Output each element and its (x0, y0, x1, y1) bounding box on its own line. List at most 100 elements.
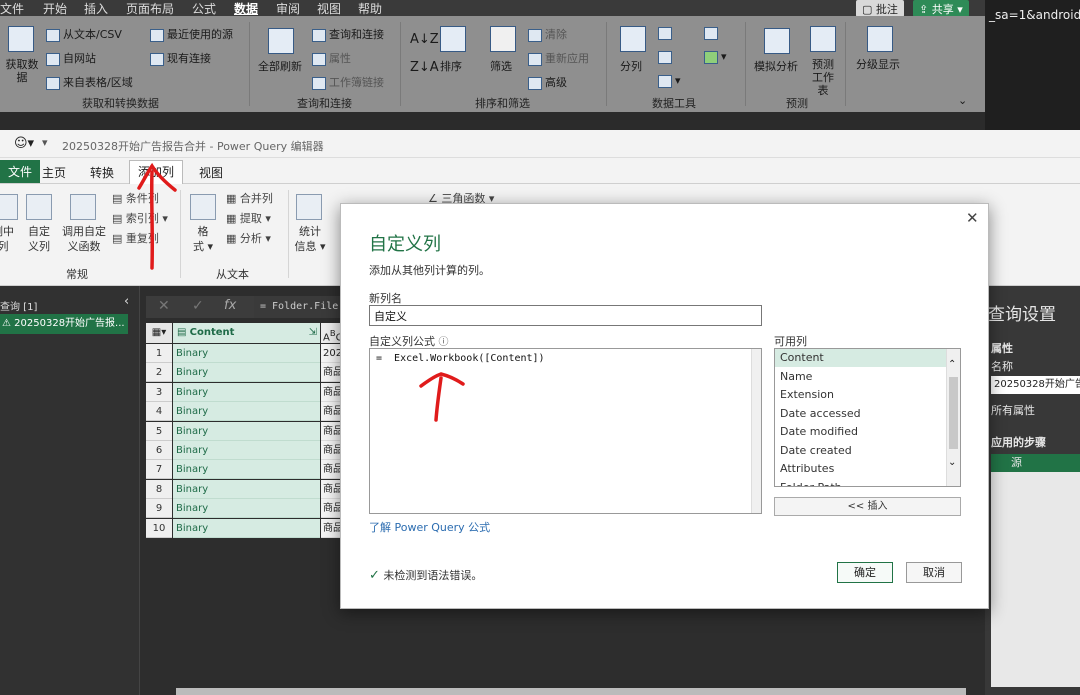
new-column-name-input[interactable]: 自定义 (369, 305, 762, 326)
smiley-icon[interactable]: ☺▾ (14, 136, 34, 151)
scroll-down-icon[interactable]: ⌄ (948, 457, 956, 468)
from-table-button[interactable]: 来自表格/区域 (46, 74, 133, 90)
merge-columns-button[interactable]: ▦ 合并列 (226, 190, 273, 206)
column-list-item[interactable]: Date modified (775, 423, 947, 441)
table-row[interactable]: 6 Binary 商品 (146, 441, 346, 460)
applied-step-source[interactable]: 源 (991, 454, 1080, 472)
column-list-item[interactable]: Folder Path (775, 479, 947, 487)
column-list-item[interactable]: Name (775, 368, 947, 386)
remove-duplicates-icon[interactable] (658, 50, 675, 64)
insert-button[interactable]: << 插入 (774, 497, 961, 516)
content-cell[interactable]: Binary (173, 499, 320, 519)
menu-file[interactable]: 文件 (0, 0, 24, 17)
sort-az-icon[interactable]: A↓Z (410, 32, 439, 47)
statistics-button[interactable]: 统计 信息 ▾ (292, 224, 328, 254)
column-expand-icon[interactable]: ⇲ (309, 323, 317, 343)
clear-button[interactable]: 清除 (528, 26, 567, 42)
close-icon[interactable]: ✕ (966, 209, 979, 227)
menu-formulas[interactable]: 公式 (192, 0, 216, 17)
column-list-item[interactable]: Date accessed (775, 405, 947, 423)
tab-transform[interactable]: 转换 (82, 162, 122, 183)
reapply-button[interactable]: 重新应用 (528, 50, 589, 66)
menu-view[interactable]: 视图 (317, 0, 341, 17)
menu-page-layout[interactable]: 页面布局 (126, 0, 174, 17)
query-item[interactable]: ⚠ 20250328开始广告报... (0, 314, 128, 334)
outline-button[interactable]: 分级显示 (856, 56, 900, 72)
column-list-item[interactable]: Attributes (775, 460, 947, 478)
all-properties-link[interactable]: 所有属性 (991, 402, 1035, 418)
forecast-sheet-button[interactable]: 预测工作表 (808, 58, 838, 97)
share-button[interactable]: ⇪ 共享 ▾ (913, 0, 969, 17)
data-validation-icon[interactable]: ▾ (658, 74, 681, 88)
content-cell[interactable]: Binary (173, 382, 320, 402)
existing-connections-button[interactable]: 现有连接 (150, 50, 211, 66)
custom-column-button[interactable]: 自定 义列 (22, 224, 56, 254)
ribbon-collapse-icon[interactable]: ⌄ (958, 94, 967, 107)
query-name-input[interactable]: 20250328开始广告 (991, 376, 1080, 394)
from-web-button[interactable]: 自网站 (46, 50, 96, 66)
sort-button[interactable]: 排序 (440, 58, 462, 74)
text-to-columns-button[interactable]: 分列 (620, 58, 642, 74)
column-from-examples-button[interactable]: 例中列 (0, 224, 16, 254)
flash-fill-icon[interactable] (658, 26, 675, 40)
column-header-content[interactable]: ▤ Content ⇲ (173, 323, 320, 343)
content-cell[interactable]: Binary (173, 421, 320, 441)
content-cell[interactable]: Binary (173, 402, 320, 422)
formula-text[interactable]: = Excel.Workbook([Content]) (376, 353, 545, 364)
tab-view[interactable]: 视图 (191, 162, 231, 183)
menu-help[interactable]: 帮助 (358, 0, 382, 17)
ok-button[interactable]: 确定 (837, 562, 893, 583)
column-list-item[interactable]: Content (775, 349, 947, 367)
table-row[interactable]: 9 Binary 商品 (146, 499, 346, 519)
extract-button[interactable]: ▦ 提取 ▾ (226, 210, 271, 226)
table-row[interactable]: 10 Binary 商品 (146, 518, 346, 538)
what-if-button[interactable]: 模拟分析 (754, 58, 798, 74)
scroll-thumb[interactable] (949, 377, 958, 449)
scroll-up-icon[interactable]: ⌃ (948, 359, 956, 370)
relationships-icon[interactable]: ▾ (704, 50, 727, 64)
comment-button[interactable]: ▢ 批注 (856, 0, 904, 17)
qat-dropdown-icon[interactable]: ▾ (42, 136, 48, 149)
advanced-button[interactable]: 高级 (528, 74, 567, 90)
table-row[interactable]: 8 Binary 商品 (146, 479, 346, 499)
tab-home[interactable]: 主页 (34, 162, 74, 183)
table-row[interactable]: 4 Binary 商品 (146, 402, 346, 422)
queries-connections-button[interactable]: 查询和连接 (312, 26, 384, 42)
menu-home[interactable]: 开始 (43, 0, 67, 17)
formula-bar[interactable]: = Folder.File (254, 296, 344, 318)
column-list-item[interactable]: Date created (775, 442, 947, 460)
content-cell[interactable]: Binary (173, 518, 320, 538)
parse-button[interactable]: ▦ 分析 ▾ (226, 230, 271, 246)
confirm-formula-icon[interactable]: ✓ (192, 298, 204, 314)
table-menu-icon[interactable]: ▦▾ (146, 323, 172, 343)
workbook-links-button[interactable]: 工作簿链接 (312, 74, 384, 90)
properties-button[interactable]: 属性 (312, 50, 351, 66)
fx-icon[interactable]: fx (224, 298, 236, 313)
cancel-formula-icon[interactable]: ✕ (158, 298, 170, 314)
table-row[interactable]: 3 Binary 商品 (146, 382, 346, 402)
table-row[interactable]: 1 Binary 202 (146, 344, 346, 363)
menu-data[interactable]: 数据 (234, 0, 258, 17)
columns-scrollbar[interactable]: ⌃ ⌄ (946, 349, 960, 486)
content-cell[interactable]: Binary (173, 344, 320, 363)
learn-formulas-link[interactable]: 了解 Power Query 公式 (369, 519, 490, 535)
consolidate-icon[interactable] (704, 26, 721, 40)
table-row[interactable]: 7 Binary 商品 (146, 460, 346, 480)
filter-button[interactable]: 筛选 (490, 58, 512, 74)
info-icon[interactable]: ⓘ (439, 337, 449, 348)
collapse-queries-icon[interactable]: ‹ (124, 294, 129, 309)
table-row[interactable]: 5 Binary 商品 (146, 421, 346, 441)
content-cell[interactable]: Binary (173, 460, 320, 480)
table-row[interactable]: 2 Binary 商品 (146, 363, 346, 383)
from-text-csv-button[interactable]: 从文本/CSV (46, 26, 122, 42)
cancel-button[interactable]: 取消 (906, 562, 962, 583)
sort-za-icon[interactable]: Z↓A (410, 60, 439, 75)
horizontal-scrollbar[interactable] (176, 688, 966, 695)
content-cell[interactable]: Binary (173, 441, 320, 460)
invoke-function-button[interactable]: 调用自定 义函数 (58, 224, 110, 254)
column-list-item[interactable]: Extension (775, 386, 947, 404)
formula-scrollbar[interactable] (751, 349, 761, 513)
refresh-all-button[interactable]: 全部刷新 (258, 58, 302, 74)
content-cell[interactable]: Binary (173, 363, 320, 383)
content-cell[interactable]: Binary (173, 479, 320, 499)
